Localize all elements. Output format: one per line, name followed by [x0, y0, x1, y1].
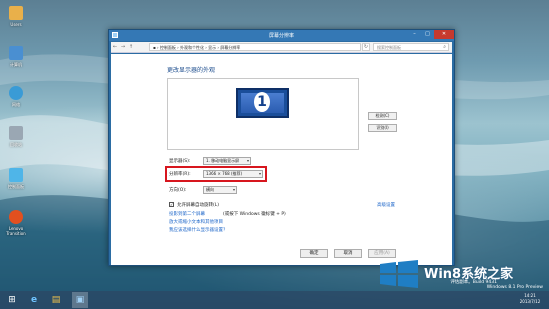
resolution-select[interactable]: 1366 × 768 (推荐) ▾ — [203, 170, 263, 178]
clock-date: 2013/7/12 — [519, 299, 541, 304]
desktop-icon-label: 回收站 — [10, 142, 22, 147]
orientation-label: 方向(O): — [169, 188, 187, 193]
control-panel-icon — [9, 168, 23, 182]
desktop-icon-computer[interactable]: 计算机 — [3, 46, 29, 67]
screen-resolution-window: 屏幕分辨率 – □ ✕ ← → ↑ ▪ › 控制面板 › 外观和个性化 › 显示… — [108, 29, 455, 266]
chevron-down-icon: ▾ — [258, 171, 261, 176]
orientation-select[interactable]: 横向 ▾ — [203, 186, 237, 194]
internet-explorer-icon[interactable]: e — [26, 292, 42, 308]
desktop-icon-label: 网络 — [12, 102, 20, 107]
computer-icon — [9, 46, 23, 60]
resolution-select-value: 1366 × 768 (推荐) — [206, 171, 243, 176]
network-icon — [9, 86, 23, 100]
display-label: 显示器(S): — [169, 159, 191, 164]
desktop-icon-control-panel[interactable]: 控制面板 — [3, 168, 29, 189]
search-placeholder: 搜索控制面板 — [377, 45, 401, 50]
ok-button[interactable]: 确定 — [300, 249, 328, 258]
up-button[interactable]: ↑ — [127, 43, 135, 51]
window-title: 屏幕分辨率 — [268, 33, 294, 39]
allow-rotation-checkbox[interactable]: ✓ — [169, 202, 174, 207]
display-preview: 1 — [167, 78, 359, 150]
apply-button[interactable]: 应用(A) — [368, 249, 396, 258]
close-button[interactable]: ✕ — [434, 30, 454, 39]
orientation-select-value: 横向 — [206, 187, 214, 192]
display-select[interactable]: 1. 移动电脑显示屏 ▾ — [203, 157, 251, 165]
breadcrumb[interactable]: ▪ › 控制面板 › 外观和个性化 › 显示 › 屏幕分辨率 — [149, 43, 361, 51]
desktop-icon-lenovo-transition[interactable]: Lenovo Transition — [3, 210, 29, 236]
cancel-button[interactable]: 取消 — [334, 249, 362, 258]
file-explorer-icon[interactable]: ▤ — [48, 292, 64, 308]
advanced-settings-link[interactable]: 高级设置 — [377, 202, 395, 208]
forward-button[interactable]: → — [119, 43, 127, 51]
recycle-bin-icon — [9, 126, 23, 140]
refresh-button[interactable]: ↻ — [362, 43, 370, 51]
detect-button[interactable]: 检测(C) — [368, 112, 397, 120]
desktop-icon-label: 控制面板 — [8, 184, 24, 189]
display-select-value: 1. 移动电脑显示屏 — [206, 158, 240, 163]
lenovo-transition-icon — [9, 210, 23, 224]
search-input[interactable]: 搜索控制面板 ⌕ — [373, 43, 449, 51]
minimize-button[interactable]: – — [408, 30, 421, 39]
folder-icon — [9, 6, 23, 20]
allow-rotation-label: 允许屏幕自动旋转(L) — [177, 203, 220, 208]
desktop-icon-label: Users — [10, 22, 22, 27]
project-second-screen-link[interactable]: 投影到第二个屏幕 — [169, 211, 205, 217]
start-button[interactable]: ⊞ — [4, 292, 20, 308]
screen-resolution-taskbar-icon[interactable]: ▣ — [72, 292, 88, 308]
chevron-down-icon: ▾ — [232, 187, 235, 192]
eval-watermark: 评估副本。Build 9431 — [450, 280, 497, 285]
taskbar: ⊞ e ▤ ▣ 14:21 2013/7/12 — [0, 291, 549, 309]
desktop-icon-recycle-bin[interactable]: 回收站 — [3, 126, 29, 147]
title-bar[interactable]: 屏幕分辨率 – □ ✕ — [109, 30, 454, 41]
text-size-link[interactable]: 放大或缩小文本和其他项目 — [169, 219, 223, 225]
system-clock[interactable]: 14:21 2013/7/12 — [515, 293, 545, 305]
edition-watermark: Windows 8.1 Pro Preview — [486, 285, 543, 290]
back-button[interactable]: ← — [111, 43, 119, 51]
desktop-icon-users[interactable]: Users — [3, 6, 29, 27]
address-bar: ← → ↑ ▪ › 控制面板 › 外观和个性化 › 显示 › 屏幕分辨率 ↻ 搜… — [111, 42, 452, 53]
resolution-label: 分辨率(R): — [169, 172, 191, 177]
page-title: 更改显示器的外观 — [167, 67, 216, 74]
search-icon: ⌕ — [443, 44, 446, 50]
identify-button[interactable]: 识别(I) — [368, 124, 397, 132]
project-hint: (或按下 Windows 徽标键 + P) — [223, 212, 286, 217]
desktop-icon-label: 计算机 — [10, 62, 22, 67]
main-content: 更改显示器的外观 1 检测(C) 识别(I) 显示器(S): 1. 移动电脑显示… — [111, 54, 452, 265]
chevron-down-icon: ▾ — [246, 158, 249, 163]
monitor-number: 1 — [254, 92, 270, 112]
desktop-icon-label: Lenovo Transition — [6, 226, 26, 236]
maximize-button[interactable]: □ — [421, 30, 434, 39]
monitor-icon[interactable]: 1 — [236, 88, 289, 118]
which-settings-link[interactable]: 我应该选择什么显示器设置？ — [169, 227, 228, 233]
desktop-icon-network[interactable]: 网络 — [3, 86, 29, 107]
